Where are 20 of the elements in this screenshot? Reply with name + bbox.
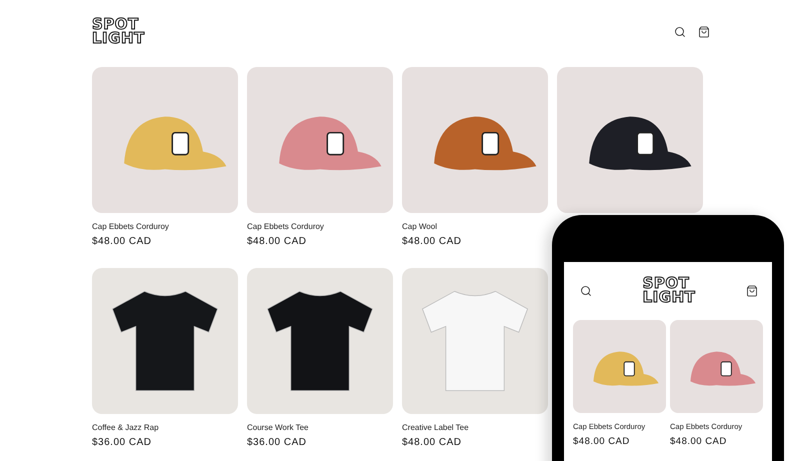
shopping-bag-icon[interactable] bbox=[698, 26, 710, 38]
product-price: $48.00 CAD bbox=[670, 436, 728, 447]
product-price: $36.00 CAD bbox=[92, 437, 152, 448]
product-price: $48.00 CAD bbox=[402, 236, 462, 247]
product-name[interactable]: Creative Label Tee bbox=[402, 423, 548, 432]
search-icon[interactable] bbox=[674, 26, 686, 38]
search-icon[interactable] bbox=[580, 285, 592, 297]
store-logo[interactable]: SPOT LIGHT bbox=[92, 18, 145, 46]
product-price: $48.00 CAD bbox=[402, 437, 462, 448]
product-name[interactable]: Coffee & Jazz Rap bbox=[92, 423, 238, 432]
product-name[interactable]: Cap Ebbets Corduroy bbox=[247, 222, 393, 231]
product-price: $48.00 CAD bbox=[573, 436, 631, 447]
product-price: $48.00 CAD bbox=[247, 236, 308, 247]
product-name[interactable]: Cap Wool bbox=[402, 222, 548, 231]
product-name[interactable]: Cap Ebbets Corduroy bbox=[92, 222, 238, 231]
product-name[interactable]: Course Work Tee bbox=[247, 423, 393, 432]
product-price: $48.00 CAD bbox=[92, 236, 152, 247]
shopping-bag-icon[interactable] bbox=[746, 285, 758, 297]
store-logo[interactable]: SPOT LIGHT bbox=[642, 277, 696, 305]
product-price: $36.00 CAD bbox=[247, 437, 308, 448]
